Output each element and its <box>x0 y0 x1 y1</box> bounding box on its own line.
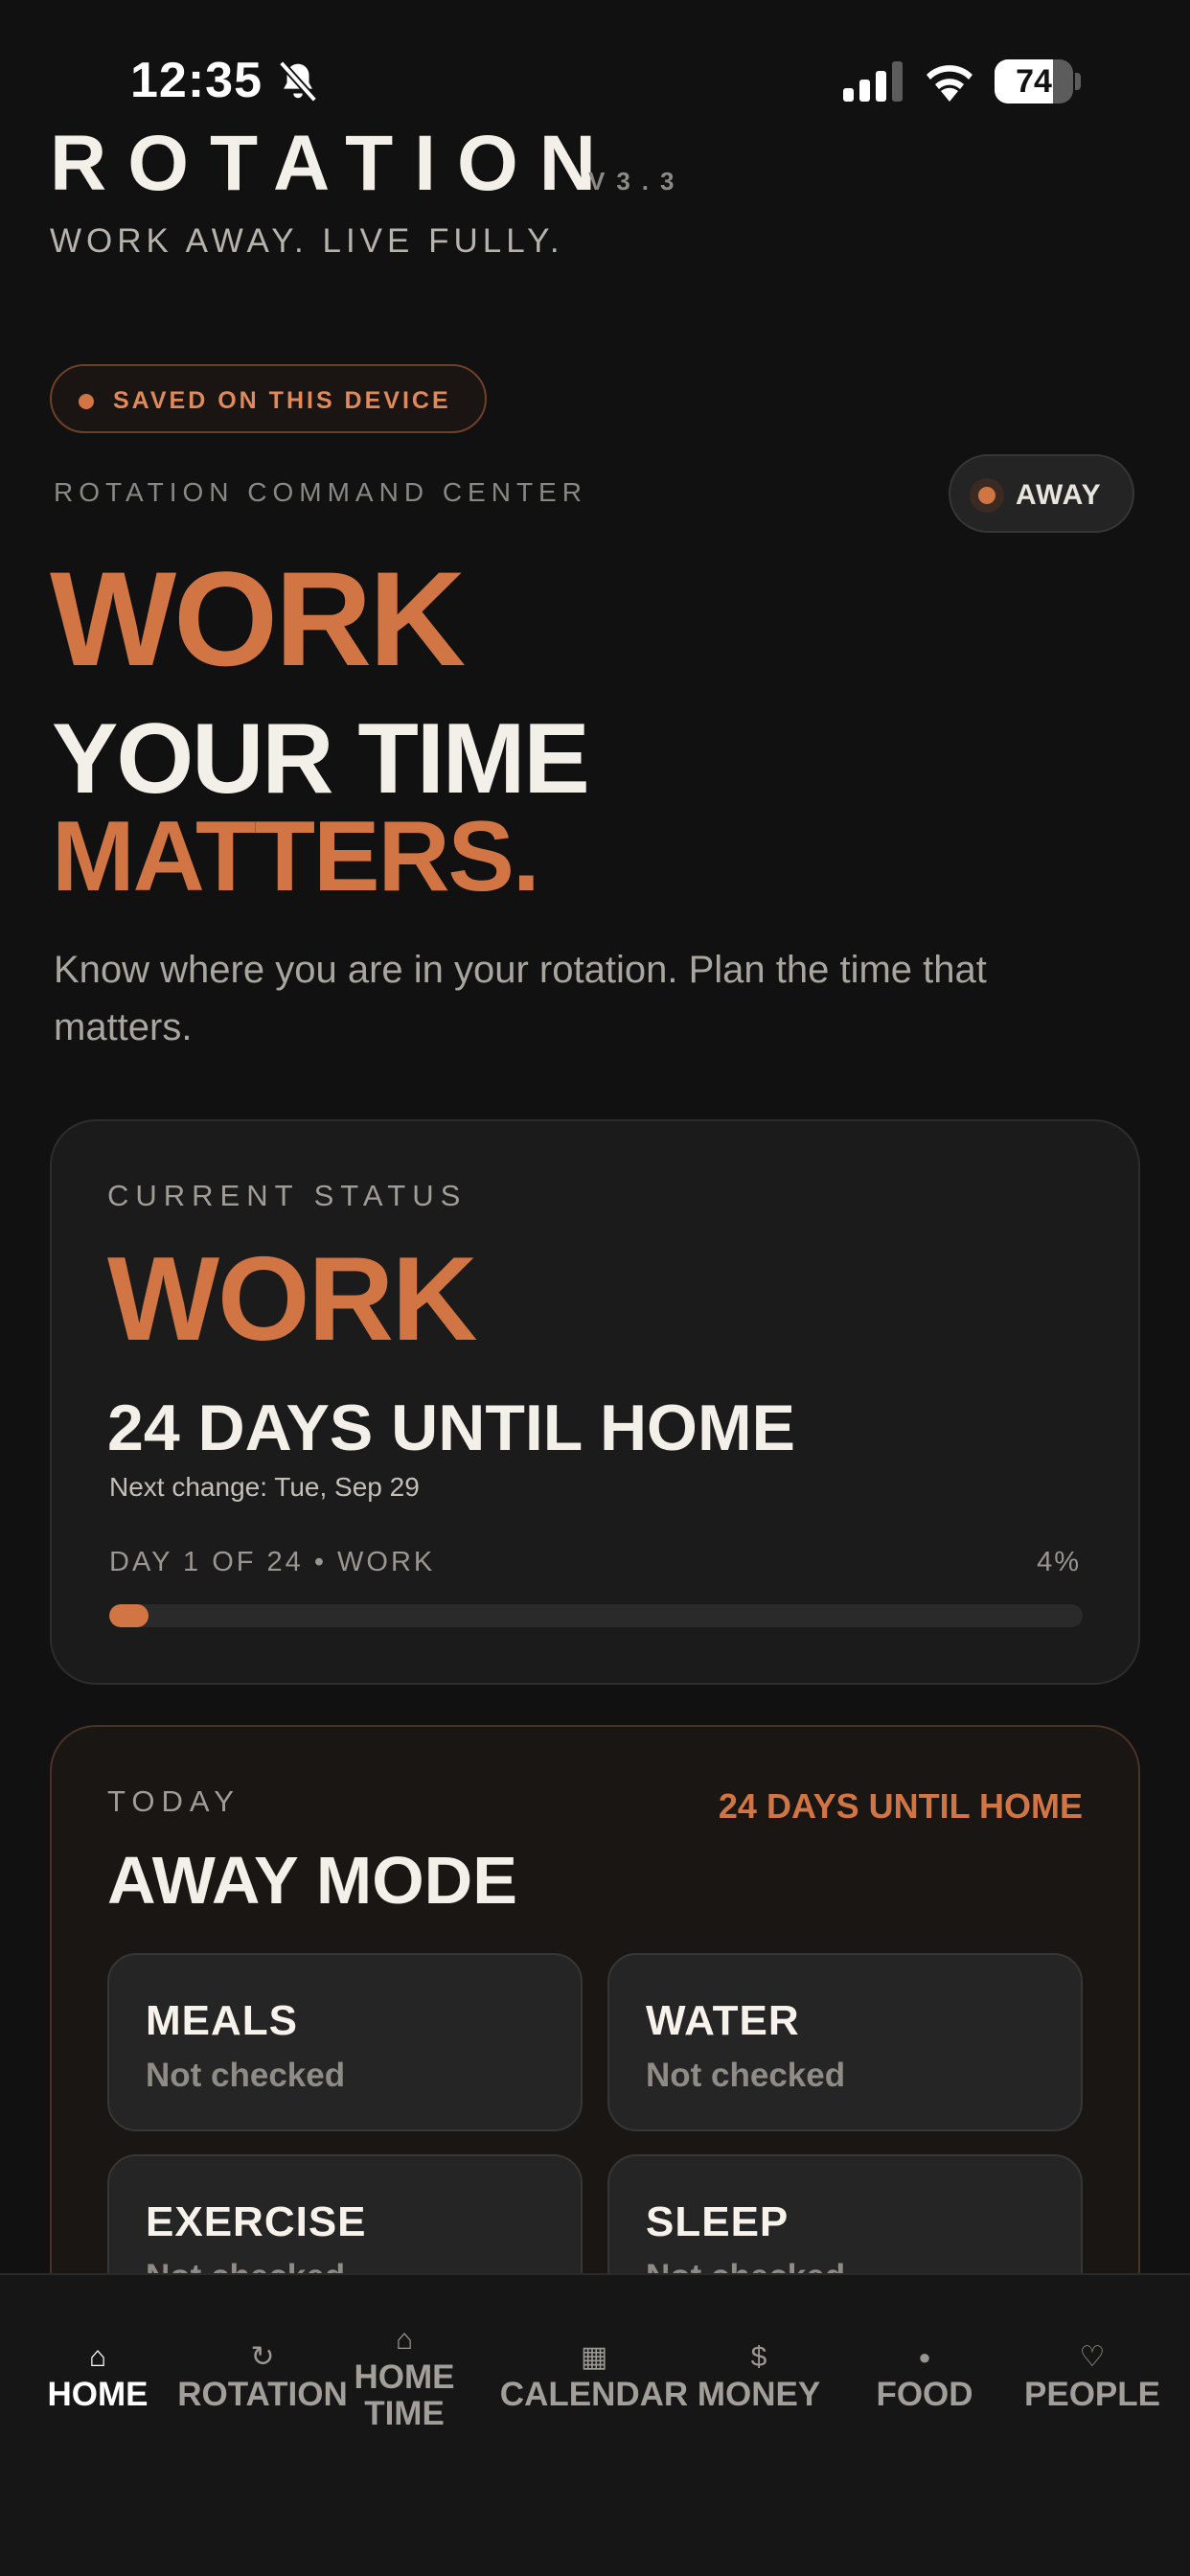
nav-label: MONEY <box>697 2376 821 2413</box>
next-change-date: Next change: Tue, Sep 29 <box>109 1472 420 1502</box>
current-status-card: CURRENT STATUS WORK 24 DAYS UNTIL HOME N… <box>50 1119 1140 1685</box>
current-status-value: WORK <box>107 1233 478 1366</box>
tile-title: MEALS <box>146 1997 298 2044</box>
wifi-icon <box>927 65 973 102</box>
food-icon: ● <box>918 2345 931 2369</box>
nav-home[interactable]: ⌂ HOME <box>40 2338 155 2413</box>
rotation-percent: 4% <box>1037 1547 1081 1577</box>
app-title: ROTATION <box>50 120 618 207</box>
people-icon: ♡ <box>1079 2341 1106 2373</box>
hero-status: WORK <box>50 543 466 694</box>
today-mode-title: AWAY MODE <box>107 1843 517 1918</box>
nav-home-time[interactable]: ⌂ HOME TIME <box>351 2321 458 2432</box>
app-version: V3.3 <box>588 167 686 196</box>
battery-indicator: 74 <box>995 59 1081 104</box>
money-icon: $ <box>750 2341 767 2373</box>
bell-slash-icon <box>278 60 318 103</box>
battery-level: 74 <box>1016 63 1052 100</box>
bottom-tab-bar: ⌂ HOME ↻ ROTATION ⌂ HOME TIME ▦ CALENDAR… <box>0 2273 1190 2576</box>
status-bar-time: 12:35 <box>130 53 263 108</box>
nav-rotation[interactable]: ↻ ROTATION <box>176 2338 349 2413</box>
rotation-progress-fill <box>109 1604 149 1627</box>
water-tile[interactable]: WATER Not checked <box>607 1953 1083 2131</box>
home-time-icon: ⌂ <box>395 2324 414 2356</box>
rotation-progress-bar <box>109 1604 1083 1627</box>
tile-status: Not checked <box>646 2057 846 2094</box>
nav-label: CALENDAR <box>499 2376 689 2413</box>
rotation-day-progress: DAY 1 OF 24 • WORK <box>109 1547 436 1577</box>
tile-status: Not checked <box>146 2057 346 2094</box>
command-center-label: ROTATION COMMAND CENTER <box>54 477 587 507</box>
nav-label: HOME TIME <box>354 2358 455 2432</box>
hero-description: Know where you are in your rotation. Pla… <box>54 949 987 1048</box>
nav-people[interactable]: ♡ PEOPLE <box>1016 2338 1169 2413</box>
saved-badge-label: SAVED ON THIS DEVICE <box>113 387 451 414</box>
away-pill-label: AWAY <box>1016 479 1102 511</box>
calendar-icon: ▦ <box>580 2341 608 2373</box>
nav-label: ROTATION <box>177 2376 348 2413</box>
app-tagline: WORK AWAY. LIVE FULLY. <box>50 222 564 260</box>
nav-food[interactable]: ● FOOD <box>862 2338 987 2413</box>
cellular-signal-icon <box>843 61 903 102</box>
battery-nub <box>1075 73 1081 90</box>
nav-label: FOOD <box>876 2376 973 2413</box>
saved-status-dot <box>79 394 94 409</box>
nav-label: PEOPLE <box>1024 2376 1160 2413</box>
nav-money[interactable]: $ MONEY <box>692 2338 826 2413</box>
tile-title: EXERCISE <box>146 2198 367 2245</box>
home-icon: ⌂ <box>88 2341 107 2373</box>
away-mode-pill[interactable]: AWAY <box>949 454 1134 533</box>
nav-calendar[interactable]: ▦ CALENDAR <box>498 2338 690 2413</box>
nav-label: HOME <box>47 2376 149 2413</box>
today-countdown: 24 DAYS UNTIL HOME <box>718 1786 1083 1826</box>
tile-title: SLEEP <box>646 2198 790 2245</box>
current-status-label: CURRENT STATUS <box>107 1179 468 1212</box>
hero-headline-line-1: YOUR TIME <box>52 703 590 815</box>
meals-tile[interactable]: MEALS Not checked <box>107 1953 583 2131</box>
days-until-home: 24 DAYS UNTIL HOME <box>107 1392 795 1464</box>
away-status-dot <box>978 487 995 504</box>
rotation-icon: ↻ <box>250 2341 275 2373</box>
hero-headline-line-2: MATTERS. <box>52 801 540 912</box>
today-label: TODAY <box>107 1784 240 1818</box>
saved-on-device-badge: SAVED ON THIS DEVICE <box>50 364 487 433</box>
tile-title: WATER <box>646 1997 800 2044</box>
